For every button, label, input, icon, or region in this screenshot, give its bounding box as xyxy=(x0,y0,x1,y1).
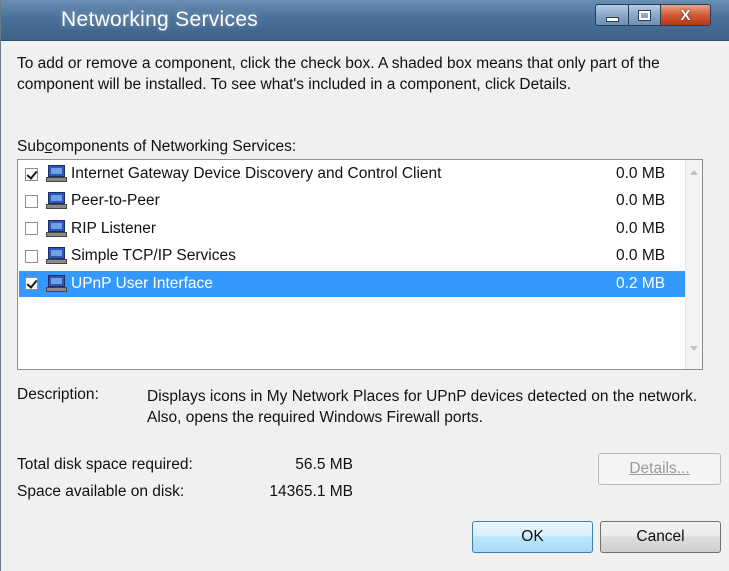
computer-icon xyxy=(46,164,68,184)
item-size: 0.0 MB xyxy=(616,165,666,182)
list-item[interactable]: Simple TCP/IP Services 0.0 MB xyxy=(19,243,686,269)
maximize-button[interactable] xyxy=(629,4,661,26)
list-item[interactable]: RIP Listener 0.0 MB xyxy=(19,216,686,242)
disk-available-value: 14365.1 MB xyxy=(269,483,353,500)
item-size: 0.2 MB xyxy=(616,274,666,292)
subcomponents-label: Subcomponents of Networking Services: xyxy=(17,138,297,155)
item-name: UPnP User Interface xyxy=(71,274,213,292)
item-checkbox[interactable] xyxy=(25,194,38,208)
maximize-icon xyxy=(638,9,651,21)
ok-button[interactable]: OK xyxy=(472,521,593,553)
details-label: Details... xyxy=(629,460,690,477)
cancel-button[interactable]: Cancel xyxy=(600,521,721,553)
list-item[interactable]: UPnP User Interface 0.2 MB xyxy=(19,270,686,297)
item-size: 0.0 MB xyxy=(616,192,666,210)
item-name: Internet Gateway Device Discovery and Co… xyxy=(71,165,442,182)
scroll-down-arrow-icon[interactable] xyxy=(690,346,698,351)
computer-icon xyxy=(46,191,68,211)
list-scrollbar[interactable] xyxy=(685,160,702,369)
item-size: 0.0 MB xyxy=(616,247,666,265)
computer-icon xyxy=(46,274,68,294)
disk-required-value: 56.5 MB xyxy=(295,456,353,473)
item-name: RIP Listener xyxy=(71,219,157,237)
details-button[interactable]: Details... xyxy=(598,453,721,485)
item-checkbox[interactable] xyxy=(25,222,38,236)
close-icon: X xyxy=(680,6,691,24)
item-name: Simple TCP/IP Services xyxy=(71,247,236,265)
close-button[interactable]: X xyxy=(661,4,711,26)
window-title: Networking Services xyxy=(61,8,259,31)
minimize-button[interactable] xyxy=(595,4,629,26)
instructions-text: To add or remove a component, click the … xyxy=(17,55,660,93)
computer-icon xyxy=(46,219,68,239)
list-item[interactable]: Peer-to-Peer 0.0 MB xyxy=(19,188,686,214)
item-size: 0.0 MB xyxy=(616,219,666,237)
description-label: Description: xyxy=(17,386,99,403)
list-item[interactable]: Internet Gateway Device Discovery and Co… xyxy=(19,161,686,187)
disk-required-label: Total disk space required: xyxy=(17,456,193,473)
subcomponents-list[interactable]: Internet Gateway Device Discovery and Co… xyxy=(17,159,703,370)
item-name: Peer-to-Peer xyxy=(71,192,160,210)
description-text: Displays icons in My Network Places for … xyxy=(147,388,698,426)
networking-services-dialog: Networking Services X To add or remove a… xyxy=(0,0,729,571)
item-checkbox[interactable] xyxy=(25,277,38,291)
item-checkbox[interactable] xyxy=(25,167,38,181)
scroll-up-arrow-icon[interactable] xyxy=(690,170,698,175)
minimize-icon xyxy=(605,16,619,22)
caption-buttons: X xyxy=(595,4,711,28)
computer-icon xyxy=(46,246,68,266)
item-checkbox[interactable] xyxy=(25,249,38,263)
title-bar[interactable]: Networking Services X xyxy=(1,0,729,41)
disk-available-label: Space available on disk: xyxy=(17,483,185,500)
